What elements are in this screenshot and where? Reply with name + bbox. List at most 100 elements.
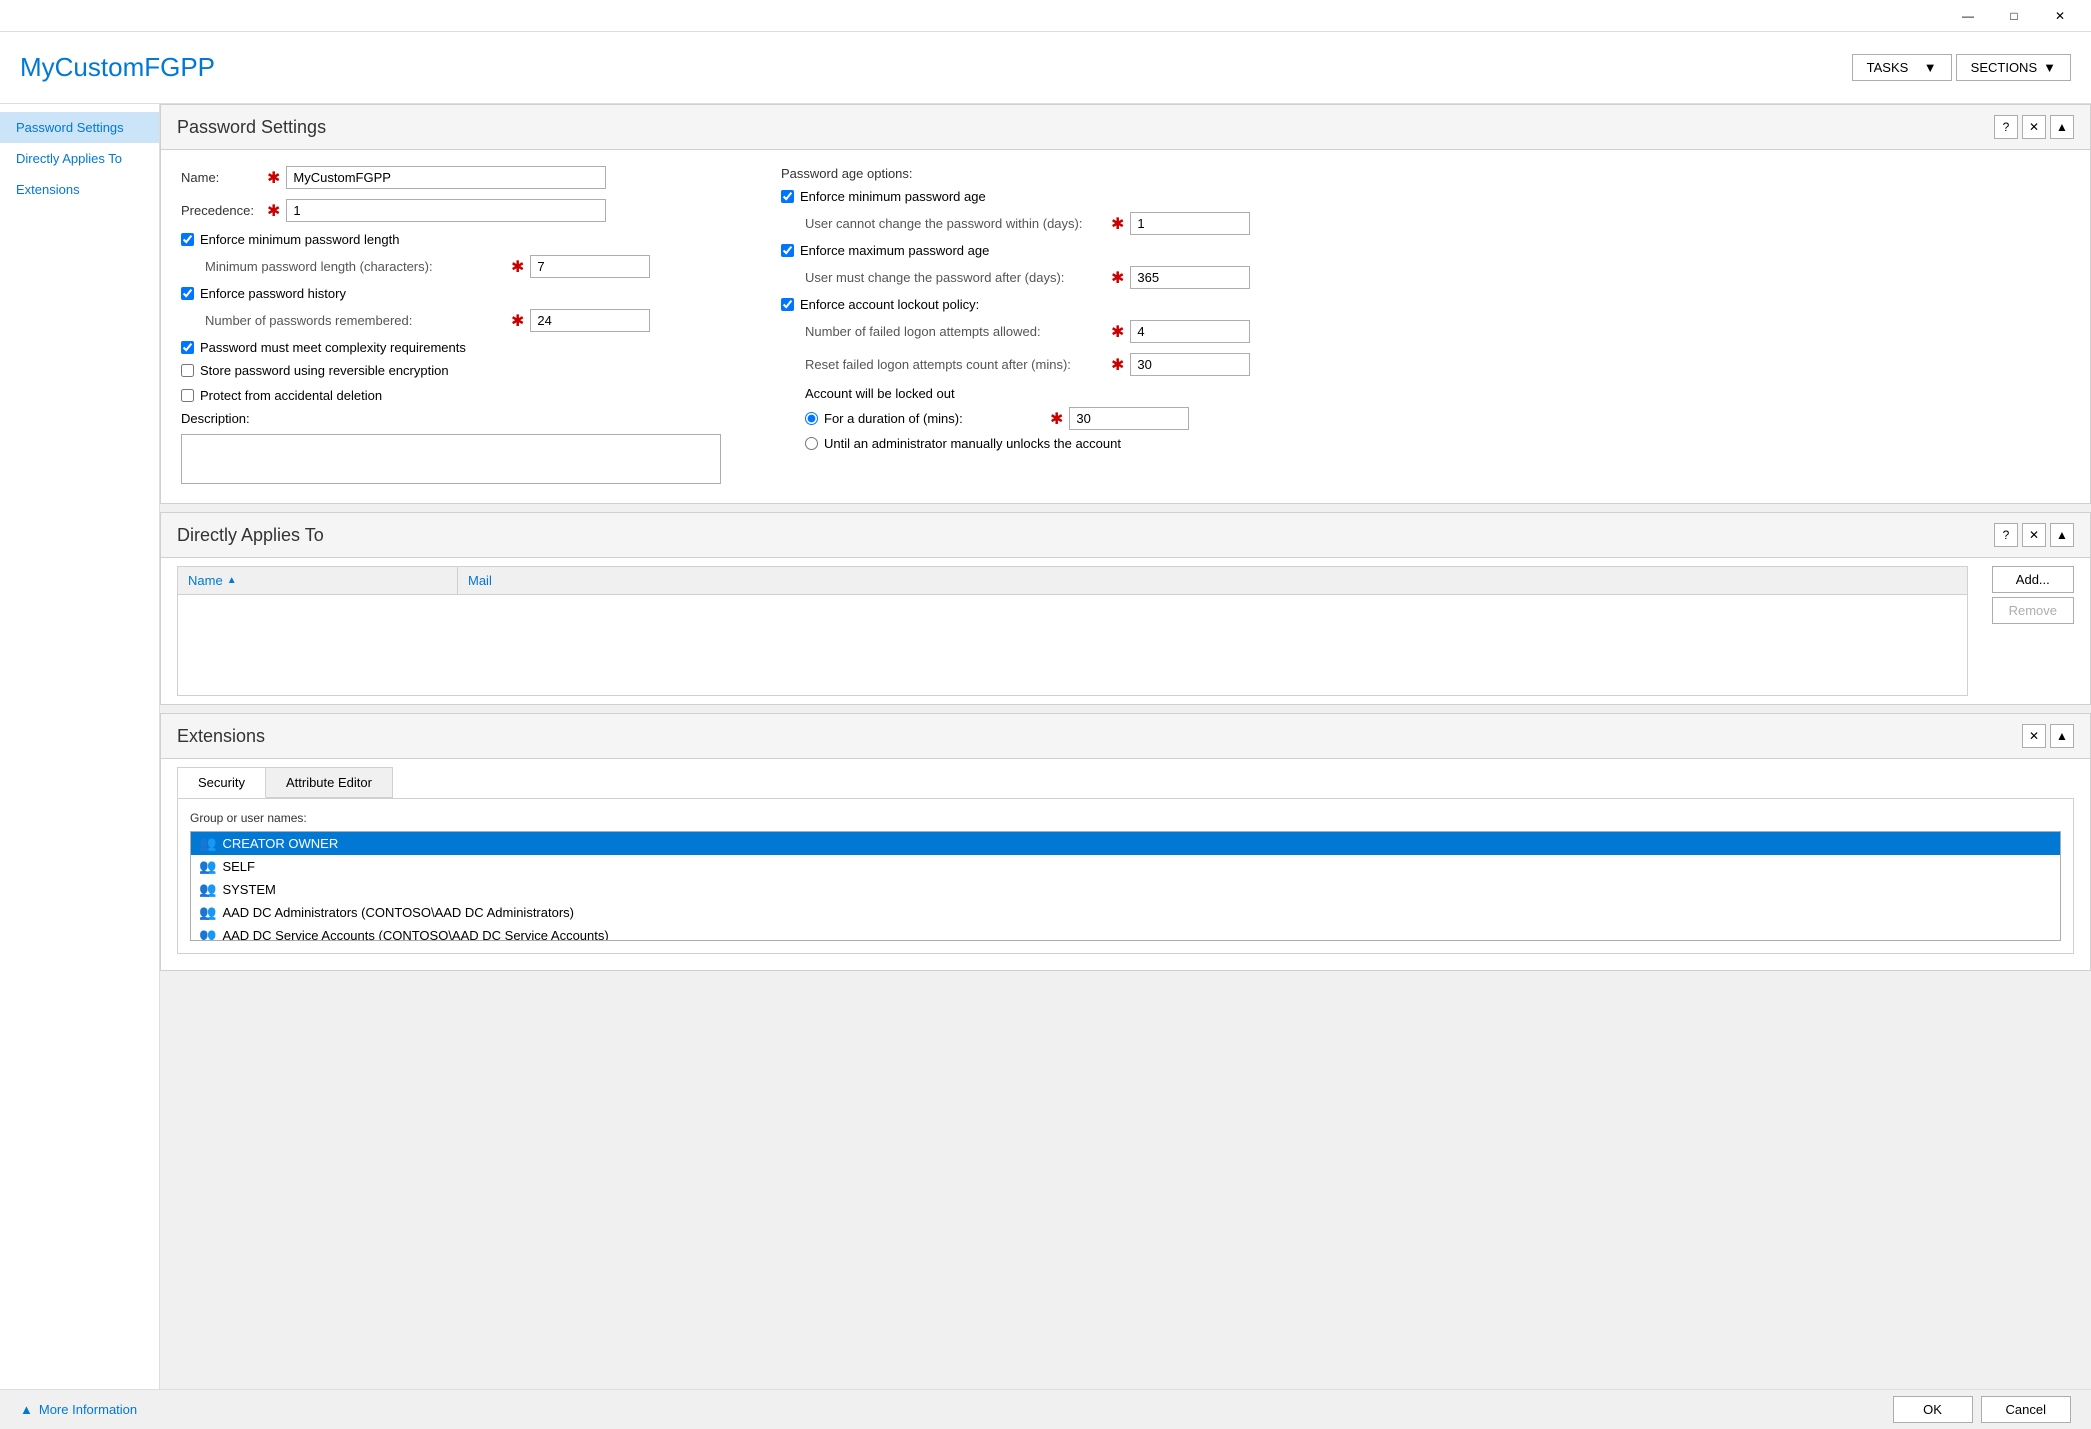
sidebar-item-password-settings[interactable]: Password Settings: [0, 112, 159, 143]
enforce-lockout-row: Enforce account lockout policy:: [781, 297, 2070, 312]
enforce-min-age-label: Enforce minimum password age: [800, 189, 986, 204]
precedence-label: Precedence:: [181, 203, 261, 218]
dat-table-wrap: Name ▲ Mail: [161, 558, 1984, 704]
ext-header: Extensions ✕ ▲: [161, 714, 2090, 759]
min-length-star: ✱: [511, 257, 524, 277]
max-age-sublabel: User must change the password after (day…: [805, 270, 1105, 285]
extensions-section: Extensions ✕ ▲ Security Attribute Editor…: [160, 713, 2091, 971]
maximize-button[interactable]: □: [1991, 0, 2037, 32]
description-label: Description:: [181, 411, 721, 426]
dat-table-header: Name ▲ Mail: [178, 567, 1967, 595]
sidebar-item-directly-applies-to[interactable]: Directly Applies To: [0, 143, 159, 174]
more-info-link[interactable]: ▲ More Information: [20, 1402, 137, 1417]
enforce-max-age-row: Enforce maximum password age: [781, 243, 2070, 258]
manual-unlock-label: Until an administrator manually unlocks …: [824, 436, 1121, 451]
collapse-button[interactable]: ▲: [2050, 115, 2074, 139]
main-layout: Password Settings Directly Applies To Ex…: [0, 104, 2091, 1389]
manual-unlock-radio-row: Until an administrator manually unlocks …: [805, 436, 2070, 451]
precedence-required-star: ✱: [267, 201, 280, 221]
enforce-min-length-checkbox[interactable]: [181, 233, 194, 246]
list-item[interactable]: 👥 CREATOR OWNER: [191, 832, 2060, 855]
history-input[interactable]: [530, 309, 650, 332]
list-item[interactable]: 👥 SELF: [191, 855, 2060, 878]
dat-table-body: [178, 595, 1967, 695]
sections-button[interactable]: SECTIONS ▼: [1956, 54, 2071, 81]
right-column: Password age options: Enforce minimum pa…: [761, 166, 2070, 487]
min-length-row: Minimum password length (characters): ✱: [205, 255, 721, 278]
tab-security[interactable]: Security: [177, 767, 266, 798]
dat-collapse-button[interactable]: ▲: [2050, 523, 2074, 547]
content-area: Password Settings ? ✕ ▲ Name: ✱: [160, 104, 2091, 1389]
dat-help-button[interactable]: ?: [1994, 523, 2018, 547]
lockout-details: Number of failed logon attempts allowed:…: [805, 320, 2070, 451]
max-age-input[interactable]: [1130, 266, 1250, 289]
ext-title: Extensions: [177, 726, 265, 747]
name-row: Name: ✱: [181, 166, 721, 189]
precedence-input[interactable]: [286, 199, 606, 222]
min-length-input[interactable]: [530, 255, 650, 278]
failed-attempts-input[interactable]: [1130, 320, 1250, 343]
sidebar-item-extensions[interactable]: Extensions: [0, 174, 159, 205]
duration-input[interactable]: [1069, 407, 1189, 430]
enforce-min-age-checkbox[interactable]: [781, 190, 794, 203]
manual-unlock-radio[interactable]: [805, 437, 818, 450]
user-icon: 👥: [199, 881, 216, 898]
name-input[interactable]: [286, 166, 606, 189]
password-settings-title: Password Settings: [177, 117, 326, 138]
user-icon: 👥: [199, 858, 216, 875]
enforce-min-length-label: Enforce minimum password length: [200, 232, 399, 247]
description-input[interactable]: [181, 434, 721, 484]
enforce-max-age-label: Enforce maximum password age: [800, 243, 989, 258]
list-item[interactable]: 👥 AAD DC Administrators (CONTOSO\AAD DC …: [191, 901, 2060, 924]
reset-input[interactable]: [1130, 353, 1250, 376]
help-button[interactable]: ?: [1994, 115, 2018, 139]
history-row: Number of passwords remembered: ✱: [205, 309, 721, 332]
tab-attribute-editor[interactable]: Attribute Editor: [265, 767, 393, 798]
dat-content: Name ▲ Mail Add... Remove: [161, 558, 2090, 704]
ok-button[interactable]: OK: [1893, 1396, 1973, 1423]
list-item[interactable]: 👥 AAD DC Service Accounts (CONTOSO\AAD D…: [191, 924, 2060, 941]
tasks-button[interactable]: TASKS ▼: [1852, 54, 1952, 81]
max-age-star: ✱: [1111, 268, 1124, 288]
complexity-checkbox[interactable]: [181, 341, 194, 354]
pin-button[interactable]: ✕: [2022, 115, 2046, 139]
group-label: Group or user names:: [190, 811, 2061, 825]
protect-deletion-label: Protect from accidental deletion: [200, 388, 382, 403]
ext-pin-button[interactable]: ✕: [2022, 724, 2046, 748]
left-column: Name: ✱ Precedence: ✱: [181, 166, 721, 487]
reset-row: Reset failed logon attempts count after …: [805, 353, 2070, 376]
list-item[interactable]: 👥 SYSTEM: [191, 878, 2060, 901]
enforce-min-age-row: Enforce minimum password age: [781, 189, 2070, 204]
enforce-history-checkbox[interactable]: [181, 287, 194, 300]
sidebar: Password Settings Directly Applies To Ex…: [0, 104, 160, 1389]
remove-button[interactable]: Remove: [1992, 597, 2074, 624]
dat-col-name[interactable]: Name ▲: [178, 567, 458, 594]
enforce-max-age-checkbox[interactable]: [781, 244, 794, 257]
failed-attempts-label: Number of failed logon attempts allowed:: [805, 324, 1105, 339]
minimize-button[interactable]: —: [1945, 0, 1991, 32]
password-age-heading: Password age options:: [781, 166, 2070, 181]
close-button[interactable]: ✕: [2037, 0, 2083, 32]
protect-deletion-checkbox[interactable]: [181, 389, 194, 402]
reversible-checkbox[interactable]: [181, 364, 194, 377]
ext-collapse-button[interactable]: ▲: [2050, 724, 2074, 748]
add-button[interactable]: Add...: [1992, 566, 2074, 593]
name-required-star: ✱: [267, 168, 280, 188]
min-age-row: User cannot change the password within (…: [805, 212, 2070, 235]
sort-arrow-icon: ▲: [227, 575, 237, 586]
dat-pin-button[interactable]: ✕: [2022, 523, 2046, 547]
history-label: Number of passwords remembered:: [205, 313, 505, 328]
cancel-button[interactable]: Cancel: [1981, 1396, 2071, 1423]
user-icon: 👥: [199, 835, 216, 852]
two-col-layout: Name: ✱ Precedence: ✱: [181, 166, 2070, 487]
min-age-input[interactable]: [1130, 212, 1250, 235]
user-icon: 👥: [199, 904, 216, 921]
dat-col-mail[interactable]: Mail: [458, 567, 1967, 594]
ext-body: Security Attribute Editor Group or user …: [161, 759, 2090, 970]
duration-radio[interactable]: [805, 412, 818, 425]
dat-section-controls: ? ✕ ▲: [1994, 523, 2074, 547]
enforce-lockout-checkbox[interactable]: [781, 298, 794, 311]
user-list: 👥 CREATOR OWNER 👥 SELF 👥 SYSTEM 👥: [190, 831, 2061, 941]
complexity-row: Password must meet complexity requiremen…: [181, 340, 721, 355]
directly-applies-to-section: Directly Applies To ? ✕ ▲ Name ▲: [160, 512, 2091, 705]
